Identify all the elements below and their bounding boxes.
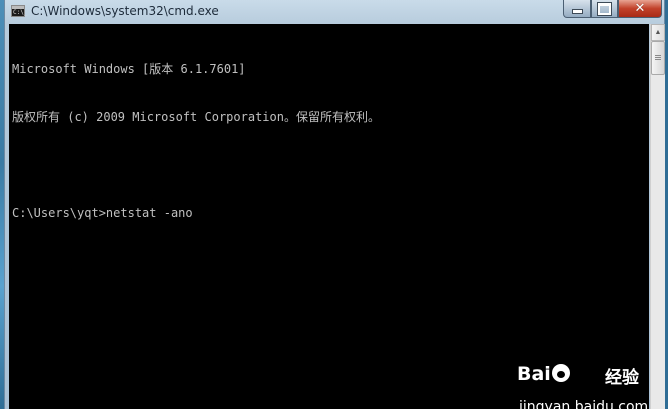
- console-output[interactable]: Microsoft Windows [版本 6.1.7601] 版权所有 (c)…: [9, 24, 649, 409]
- console-line: 版权所有 (c) 2009 Microsoft Corporation。保留所有…: [12, 110, 380, 124]
- baidu-jingyan-watermark: Bai 经验 jingyan.baidu.com: [517, 363, 648, 409]
- thumb-grip-line: [655, 55, 661, 56]
- scroll-up-arrow-icon: ▲: [654, 29, 662, 36]
- cmd-window: C:\_ C:\Windows\system32\cmd.exe ✕ Micro…: [4, 0, 665, 409]
- watermark-brand: Bai: [517, 363, 571, 385]
- watermark-cn-text: 经验: [605, 368, 639, 388]
- maximize-icon: [597, 1, 612, 16]
- minimize-icon: [571, 9, 583, 14]
- minimize-button[interactable]: [563, 0, 591, 18]
- thumb-grip-line: [655, 59, 661, 60]
- console-text: Microsoft Windows [版本 6.1.7601] 版权所有 (c)…: [12, 29, 380, 253]
- console-line: Microsoft Windows [版本 6.1.7601]: [12, 62, 246, 76]
- window-title: C:\Windows\system32\cmd.exe: [31, 4, 219, 18]
- close-icon: ✕: [634, 1, 646, 16]
- app-icon-label: C:\_: [13, 9, 28, 16]
- cmd-app-icon[interactable]: C:\_: [11, 5, 28, 17]
- title-bar[interactable]: C:\_ C:\Windows\system32\cmd.exe ✕: [5, 0, 664, 24]
- close-button[interactable]: ✕: [618, 0, 662, 18]
- console-prompt-line: C:\Users\yqt>netstat -ano: [12, 206, 193, 220]
- scroll-up-button[interactable]: ▲: [651, 24, 665, 41]
- vertical-scrollbar[interactable]: ▲: [650, 24, 665, 409]
- watermark-brand-text: Bai: [517, 363, 551, 385]
- thumb-grip-line: [655, 57, 661, 58]
- watermark-url: jingyan.baidu.com: [519, 399, 649, 409]
- maximize-button[interactable]: [591, 0, 618, 18]
- baidu-paw-icon: [551, 364, 570, 382]
- scroll-thumb[interactable]: [651, 41, 665, 75]
